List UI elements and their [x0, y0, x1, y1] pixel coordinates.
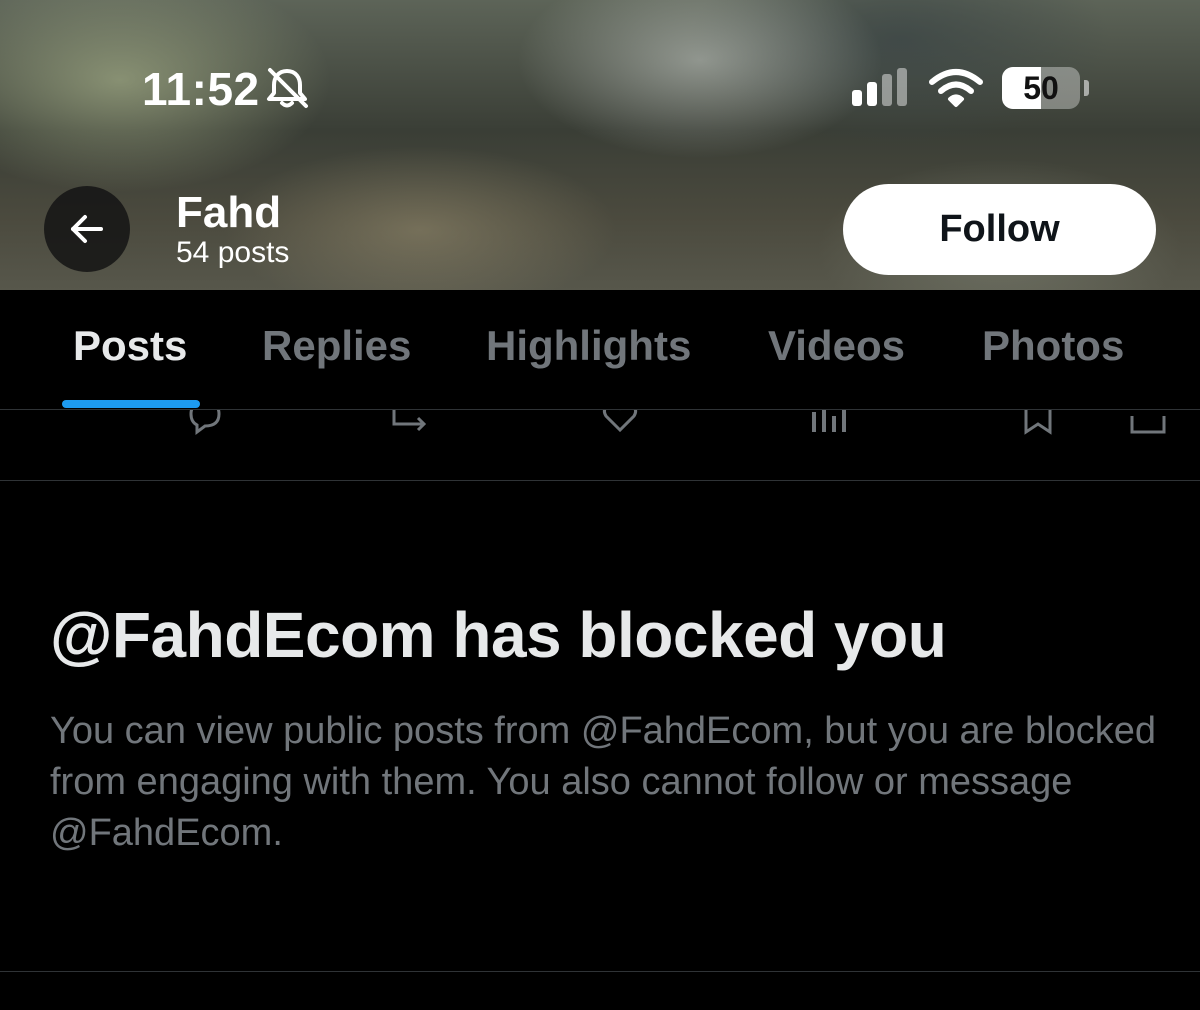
cellular-signal-icon [852, 68, 907, 106]
battery-percent: 50 [1023, 70, 1059, 106]
tab-replies[interactable]: Replies [262, 322, 411, 370]
bell-off-icon [267, 68, 308, 108]
active-tab-indicator [62, 400, 200, 408]
battery-icon: 50 [1002, 67, 1089, 109]
blocked-message: You can view public posts from @FahdEcom… [50, 710, 1156, 854]
share-icon [1130, 416, 1166, 434]
reply-icon [189, 410, 221, 435]
tab-videos[interactable]: Videos [768, 322, 905, 370]
post-divider [0, 480, 1200, 481]
tab-posts[interactable]: Posts [73, 322, 187, 370]
blocked-title: @FahdEcom has blocked you [50, 599, 947, 671]
like-icon [602, 410, 638, 433]
bookmark-icon [1024, 410, 1052, 435]
status-time: 11:52 [142, 63, 260, 115]
tab-photos[interactable]: Photos [982, 322, 1124, 370]
post-actions-row [0, 410, 1200, 436]
wifi-icon [929, 69, 983, 107]
back-button[interactable] [44, 186, 130, 272]
battery-body: 50 [1002, 67, 1080, 109]
views-icon [812, 410, 846, 432]
repost-icon [392, 410, 427, 432]
post-count: 54 posts [176, 236, 290, 269]
battery-tip [1084, 80, 1089, 96]
arrow-left-icon [71, 215, 103, 243]
section-divider [0, 971, 1200, 972]
profile-name: Fahd [176, 188, 282, 237]
follow-button[interactable]: Follow [843, 184, 1156, 275]
tab-highlights[interactable]: Highlights [486, 322, 691, 370]
